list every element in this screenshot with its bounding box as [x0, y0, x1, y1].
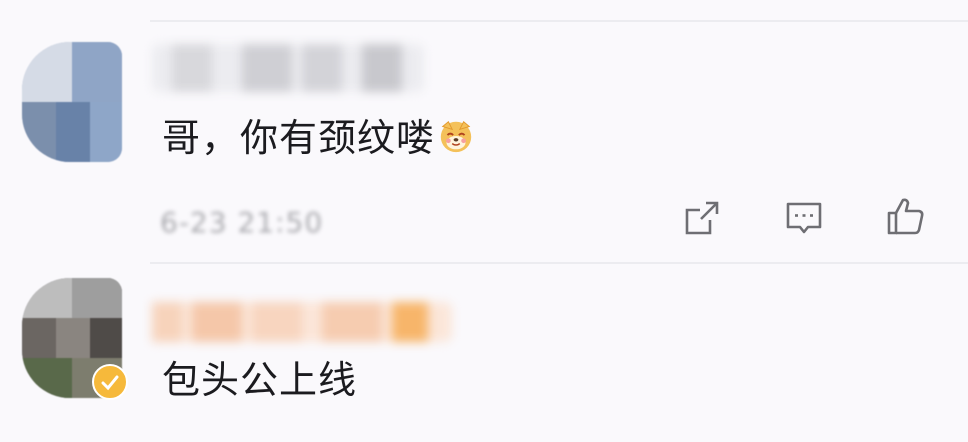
vip-badge-icon	[92, 364, 128, 400]
comment-text-content: 哥，你有颈纹喽	[162, 116, 436, 160]
share-button[interactable]	[682, 198, 722, 238]
comment-item: 哥，你有颈纹喽 6-23 21:50	[0, 0, 968, 262]
avatar[interactable]	[22, 42, 122, 162]
shiba-dog-emoji-icon	[437, 117, 475, 155]
reply-icon	[786, 202, 822, 234]
comment-text: 包头公上线	[162, 358, 358, 402]
username-blurred[interactable]	[152, 44, 424, 92]
like-icon	[887, 198, 924, 235]
like-button[interactable]	[886, 196, 926, 236]
comment-time: 6-23 21:50	[160, 206, 324, 239]
username-blurred[interactable]	[152, 302, 452, 342]
comment-item: 包头公上线	[0, 264, 968, 442]
share-icon	[685, 201, 719, 235]
comment-text: 哥，你有颈纹喽	[162, 114, 475, 162]
reply-button[interactable]	[784, 198, 824, 238]
